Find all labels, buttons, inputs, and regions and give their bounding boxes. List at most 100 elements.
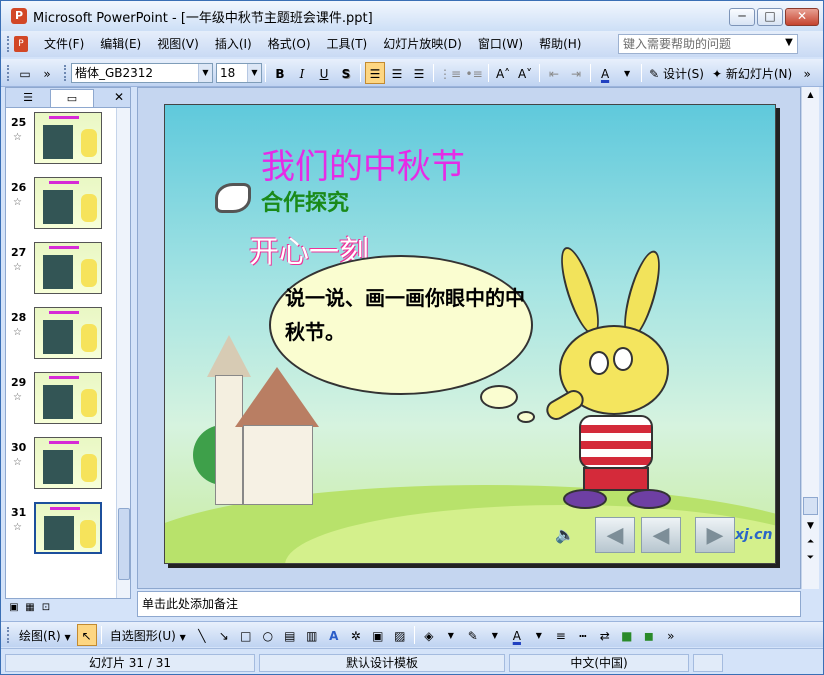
decrease-font-icon[interactable]: A˅ — [515, 62, 535, 84]
italic-button[interactable]: I — [292, 62, 312, 84]
scroll-down-icon[interactable]: ▼ — [802, 521, 819, 532]
slide-thumbnail[interactable] — [34, 437, 102, 489]
increase-indent-icon[interactable]: ⇥ — [566, 62, 586, 84]
diagram-icon[interactable]: ✲ — [346, 624, 366, 646]
line-style-icon[interactable]: ≡ — [551, 624, 571, 646]
normal-view-icon[interactable]: ▣ — [7, 601, 21, 615]
notes-field[interactable]: 单击此处添加备注 — [137, 591, 801, 617]
wordart-icon[interactable]: A — [324, 624, 344, 646]
numbering-icon[interactable]: ⋮≡ — [438, 62, 462, 84]
scrollbar-thumb[interactable] — [803, 497, 818, 515]
align-left-icon[interactable]: ☰ — [365, 61, 385, 84]
bullets-icon[interactable]: •≡ — [464, 62, 484, 84]
slide-thumbnail-row[interactable]: 26 ☆ — [6, 177, 116, 237]
menu-help[interactable]: 帮助(H) — [531, 34, 589, 54]
dash-style-icon[interactable]: ┅ — [573, 624, 593, 646]
font-size-combo[interactable]: 18 ▼ — [216, 62, 262, 83]
prev-slide-button[interactable]: ◀ — [595, 517, 635, 553]
powerpoint-app-icon[interactable]: P — [11, 8, 27, 24]
menu-view[interactable]: 视图(V) — [149, 34, 207, 54]
minimize-button[interactable]: ─ — [729, 8, 755, 26]
slide-thumbnail[interactable] — [34, 307, 102, 359]
slide-thumbnail[interactable] — [34, 502, 102, 554]
toolbar-options-icon[interactable]: » — [37, 62, 57, 84]
new-document-icon[interactable]: ▭ — [15, 62, 35, 84]
arrow-icon[interactable]: ↘ — [214, 624, 234, 646]
picture-icon[interactable]: ▨ — [390, 624, 410, 646]
slide-title[interactable]: 我们的中秋节 — [261, 139, 465, 188]
draw-menu-button[interactable]: 绘图(R) ▼ — [15, 624, 75, 646]
rectangle-icon[interactable]: □ — [236, 624, 256, 646]
bubble-text[interactable]: 说一说、画一画你眼中的中秋节。 — [285, 281, 525, 349]
toolbar-options-icon[interactable]: » — [797, 62, 817, 84]
close-icon[interactable]: ✕ — [114, 90, 124, 104]
back-button[interactable]: ◀ — [641, 517, 681, 553]
shadow-button[interactable]: S — [336, 62, 356, 84]
rabbit-character[interactable] — [542, 243, 679, 515]
autoshape-menu-button[interactable]: 自选图形(U) ▼ — [106, 624, 190, 646]
menu-edit[interactable]: 编辑(E) — [92, 34, 149, 54]
line-icon[interactable]: ╲ — [192, 624, 212, 646]
slide-canvas[interactable]: 我们的中秋节 合作探究 开心一刻 说一说、画一画你眼中的中秋节。 🔈 ◀ ◀ ▶… — [164, 104, 776, 564]
chevron-down-icon[interactable]: ▼ — [198, 63, 212, 82]
menu-format[interactable]: 格式(O) — [260, 34, 319, 54]
previous-slide-icon[interactable]: ⏶ — [802, 537, 819, 548]
oval-icon[interactable]: ○ — [258, 624, 278, 646]
help-dropdown-icon[interactable]: ▼ — [780, 34, 798, 54]
chevron-down-icon[interactable]: ▼ — [617, 62, 637, 84]
slide-subtitle[interactable]: 合作探究 — [261, 185, 349, 217]
align-right-icon[interactable]: ☰ — [409, 62, 429, 84]
document-icon[interactable]: P — [14, 36, 28, 52]
slideshow-icon[interactable]: ⊡ — [39, 601, 53, 615]
slide-scrollbar[interactable]: ▲ ▼ ⏶ ⏷ — [801, 87, 819, 589]
slide-sorter-icon[interactable]: ▦ — [23, 601, 37, 615]
close-button[interactable]: ✕ — [785, 8, 819, 26]
align-center-icon[interactable]: ☰ — [387, 62, 407, 84]
clipart-icon[interactable]: ▣ — [368, 624, 388, 646]
font-color-icon[interactable]: A — [507, 624, 527, 646]
3d-style-icon[interactable]: ◼ — [639, 624, 659, 646]
slide-thumbnail-row[interactable]: 25 ☆ — [6, 112, 116, 172]
menu-tools[interactable]: 工具(T) — [319, 34, 376, 54]
menu-file[interactable]: 文件(F) — [36, 34, 92, 54]
slide-thumbnail-row[interactable]: 27 ☆ — [6, 242, 116, 302]
select-pointer-icon[interactable]: ↖ — [76, 623, 97, 646]
menu-insert[interactable]: 插入(I) — [207, 34, 260, 54]
fill-color-icon[interactable]: ◈ — [419, 624, 439, 646]
slide-thumbnail-row[interactable]: 31 ☆ — [6, 502, 116, 562]
vertical-textbox-icon[interactable]: ▥ — [302, 624, 322, 646]
slide-thumbnail-row[interactable]: 28 ☆ — [6, 307, 116, 367]
decrease-indent-icon[interactable]: ⇤ — [544, 62, 564, 84]
increase-font-icon[interactable]: A˄ — [493, 62, 513, 84]
tab-slides[interactable]: ▭ — [50, 88, 94, 107]
toolbar-grip[interactable] — [64, 64, 67, 81]
chevron-down-icon[interactable]: ▼ — [247, 63, 261, 82]
chevron-down-icon[interactable]: ▼ — [485, 624, 505, 646]
chevron-down-icon[interactable]: ▼ — [529, 624, 549, 646]
bold-button[interactable]: B — [270, 62, 290, 84]
shadow-style-icon[interactable]: ■ — [617, 624, 637, 646]
tab-outline[interactable]: ☰ — [6, 89, 50, 107]
slide-thumbnail-row[interactable]: 29 ☆ — [6, 372, 116, 432]
next-slide-icon[interactable]: ⏷ — [802, 553, 819, 564]
font-name-combo[interactable]: 楷体_GB2312 ▼ — [71, 62, 213, 83]
arrow-style-icon[interactable]: ⇄ — [595, 624, 615, 646]
scroll-up-icon[interactable]: ▲ — [802, 87, 819, 103]
toolbar-grip[interactable] — [7, 626, 10, 643]
underline-button[interactable]: U — [314, 62, 334, 84]
toolbar-options-icon[interactable]: » — [661, 624, 681, 646]
slide-thumbnail[interactable] — [34, 112, 102, 164]
design-button[interactable]: ✎ 设计(S) — [646, 62, 707, 84]
line-color-icon[interactable]: ✎ — [463, 624, 483, 646]
slide-thumbnail[interactable] — [34, 177, 102, 229]
menu-window[interactable]: 窗口(W) — [470, 34, 531, 54]
toolbar-grip[interactable] — [7, 36, 10, 52]
menu-slideshow[interactable]: 幻灯片放映(D) — [375, 34, 470, 54]
font-color-icon[interactable]: A — [595, 62, 615, 84]
textbox-icon[interactable]: ▤ — [280, 624, 300, 646]
chevron-down-icon[interactable]: ▼ — [441, 624, 461, 646]
maximize-button[interactable]: □ — [757, 8, 783, 26]
speaker-icon[interactable]: 🔈 — [555, 525, 575, 544]
scrollbar-thumb[interactable] — [118, 508, 130, 580]
slide-thumbnail[interactable] — [34, 372, 102, 424]
